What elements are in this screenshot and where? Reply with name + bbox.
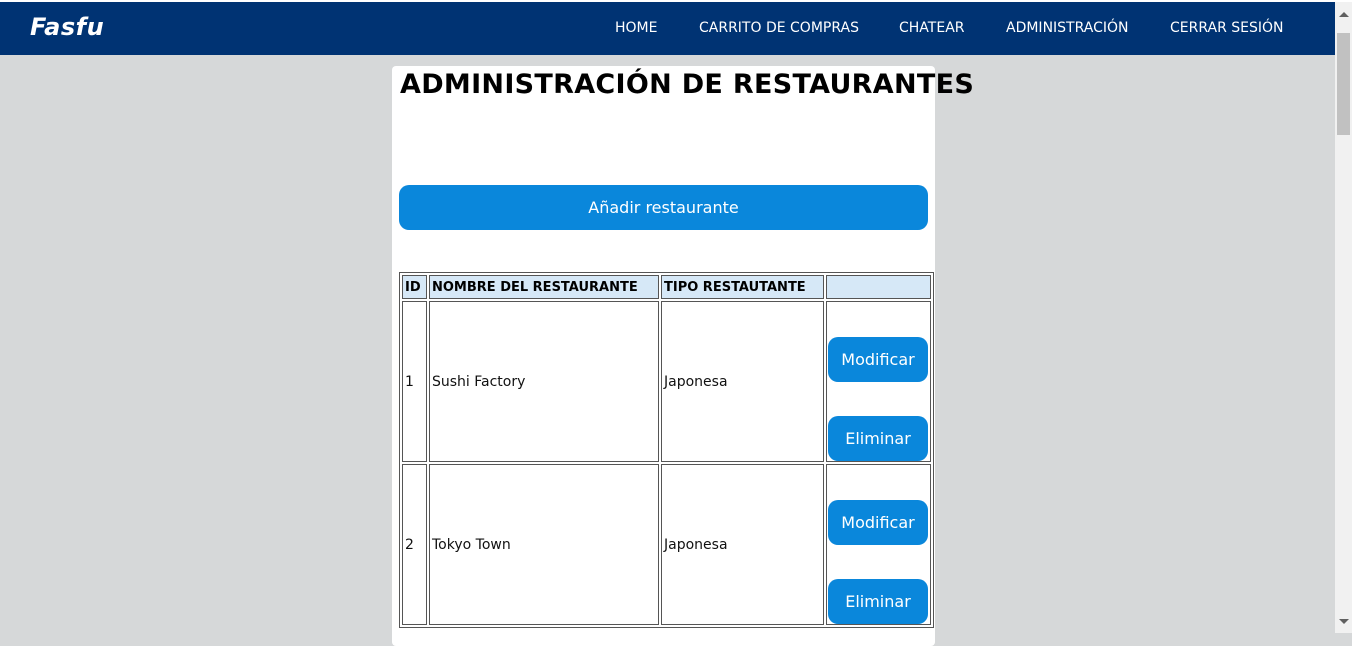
cell-type: Japonesa bbox=[661, 301, 824, 462]
cell-type: Japonesa bbox=[661, 464, 824, 625]
modify-button[interactable]: Modificar bbox=[828, 500, 928, 545]
cell-id: 1 bbox=[402, 301, 427, 462]
cell-id: 2 bbox=[402, 464, 427, 625]
cell-actions: Modificar Eliminar bbox=[826, 464, 931, 625]
scroll-up-arrow-icon[interactable] bbox=[1339, 12, 1349, 17]
nav-chat[interactable]: CHATEAR bbox=[899, 20, 965, 36]
table-row: 1 Sushi Factory Japonesa Modificar Elimi… bbox=[402, 301, 931, 462]
header-actions bbox=[826, 275, 931, 299]
header-id: ID bbox=[402, 275, 427, 299]
scrollbar-thumb[interactable] bbox=[1337, 33, 1350, 135]
page-title: ADMINISTRACIÓN DE RESTAURANTES bbox=[400, 69, 975, 100]
cell-actions: Modificar Eliminar bbox=[826, 301, 931, 462]
nav-home[interactable]: HOME bbox=[615, 20, 657, 36]
nav-cart[interactable]: CARRITO DE COMPRAS bbox=[699, 20, 859, 36]
brand-logo[interactable]: Fasfu bbox=[30, 13, 104, 41]
navbar: Fasfu HOME CARRITO DE COMPRAS CHATEAR AD… bbox=[0, 2, 1335, 55]
nav-logout[interactable]: CERRAR SESIÓN bbox=[1170, 20, 1284, 36]
modify-button[interactable]: Modificar bbox=[828, 337, 928, 382]
delete-button[interactable]: Eliminar bbox=[828, 579, 928, 624]
delete-button[interactable]: Eliminar bbox=[828, 416, 928, 461]
cell-name: Sushi Factory bbox=[429, 301, 659, 462]
restaurants-table: ID NOMBRE DEL RESTAURANTE TIPO RESTAUTAN… bbox=[399, 272, 934, 628]
nav-admin[interactable]: ADMINISTRACIÓN bbox=[1006, 20, 1129, 36]
add-restaurant-button[interactable]: Añadir restaurante bbox=[399, 185, 928, 230]
header-type: TIPO RESTAUTANTE bbox=[661, 275, 824, 299]
table-header-row: ID NOMBRE DEL RESTAURANTE TIPO RESTAUTAN… bbox=[402, 275, 931, 299]
scroll-down-arrow-icon[interactable] bbox=[1339, 619, 1349, 624]
header-name: NOMBRE DEL RESTAURANTE bbox=[429, 275, 659, 299]
table-row: 2 Tokyo Town Japonesa Modificar Eliminar bbox=[402, 464, 931, 625]
cell-name: Tokyo Town bbox=[429, 464, 659, 625]
